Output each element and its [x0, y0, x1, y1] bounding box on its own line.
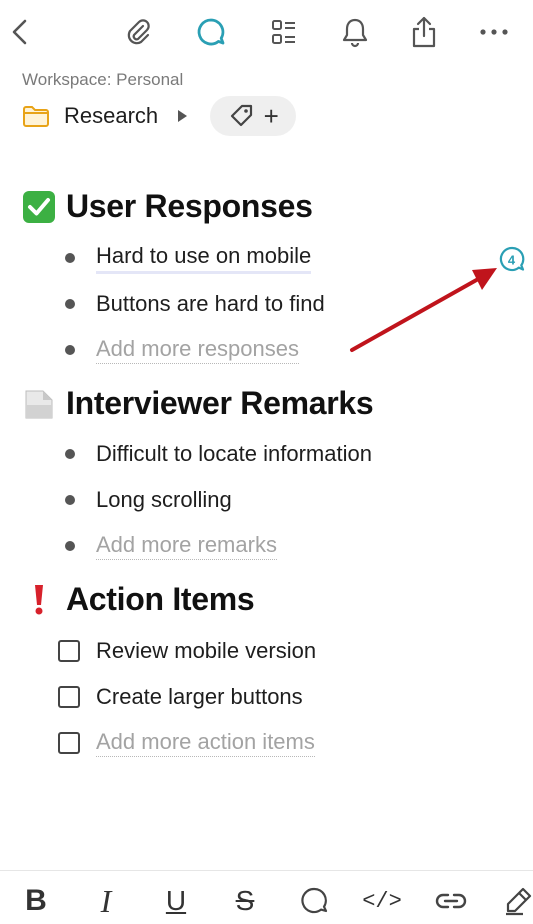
checklist-item-text: Create larger buttons [96, 684, 303, 709]
share-icon[interactable] [404, 12, 444, 52]
annotation-arrow [350, 268, 497, 352]
outline-icon[interactable] [264, 12, 304, 52]
exclamation-icon [22, 583, 56, 617]
add-action-item-placeholder[interactable]: Add more action items [58, 728, 315, 758]
tag-icon [230, 104, 252, 127]
breadcrumb-folder-research[interactable]: Research [64, 103, 158, 129]
checklist-item-text: Review mobile version [96, 638, 317, 663]
page-icon [22, 387, 56, 421]
format-toolbar: B I U S </> [0, 870, 533, 924]
list-item-text: Hard to use on mobile [96, 243, 312, 274]
attachment-icon[interactable] [118, 12, 158, 52]
more-icon[interactable] [474, 12, 514, 52]
check-mark-icon [22, 190, 56, 224]
checkbox[interactable] [58, 686, 80, 708]
bullet-icon [65, 449, 75, 459]
list-item[interactable]: Difficult to locate information [62, 439, 372, 469]
code-button[interactable]: </> [362, 883, 402, 919]
breadcrumb: Research + [22, 96, 297, 136]
bullet-icon [65, 253, 75, 263]
bold-button[interactable]: B [16, 883, 56, 919]
comment-icon[interactable] [191, 12, 231, 52]
bullet-icon [65, 299, 75, 309]
section-title: Interviewer Remarks [66, 385, 374, 421]
list-item-text: Long scrolling [96, 487, 232, 512]
underline-button[interactable]: U [156, 883, 196, 919]
tag-plus-label: + [263, 101, 279, 131]
checkbox[interactable] [58, 732, 80, 754]
comment-format-icon[interactable] [294, 883, 334, 919]
back-icon[interactable] [0, 12, 40, 52]
checklist-item[interactable]: Review mobile version [58, 636, 317, 666]
top-toolbar [0, 0, 533, 64]
list-item[interactable]: Long scrolling [62, 485, 232, 515]
workspace-label: Workspace: Personal [22, 70, 184, 89]
link-icon[interactable] [431, 883, 471, 919]
placeholder-text: Add more remarks [96, 532, 277, 560]
placeholder-text: Add more action items [96, 729, 315, 757]
section-heading-action-items[interactable]: Action Items [22, 581, 255, 618]
placeholder-text: Add more responses [96, 336, 299, 364]
checkbox[interactable] [58, 640, 80, 662]
section-title: User Responses [66, 188, 313, 224]
add-tag-button[interactable]: + [210, 96, 297, 136]
strikethrough-button[interactable]: S [225, 883, 265, 919]
folder-icon [23, 106, 49, 127]
add-response-placeholder[interactable]: Add more responses [62, 335, 299, 365]
bell-icon[interactable] [335, 12, 375, 52]
highlighter-icon[interactable] [498, 883, 533, 919]
add-remark-placeholder[interactable]: Add more remarks [62, 531, 277, 561]
section-heading-interviewer-remarks[interactable]: Interviewer Remarks [22, 385, 374, 422]
section-title: Action Items [66, 581, 255, 617]
bullet-icon [65, 541, 75, 551]
section-heading-user-responses[interactable]: User Responses [22, 188, 313, 225]
bullet-icon [65, 345, 75, 355]
list-item[interactable]: Buttons are hard to find [62, 289, 325, 319]
bullet-icon [65, 495, 75, 505]
list-item-text: Difficult to locate information [96, 441, 372, 466]
list-item[interactable]: Hard to use on mobile [62, 243, 312, 274]
list-item-text: Buttons are hard to find [96, 291, 325, 316]
checklist-item[interactable]: Create larger buttons [58, 682, 303, 712]
expand-arrow-icon[interactable] [176, 109, 188, 123]
italic-button[interactable]: I [86, 883, 126, 919]
